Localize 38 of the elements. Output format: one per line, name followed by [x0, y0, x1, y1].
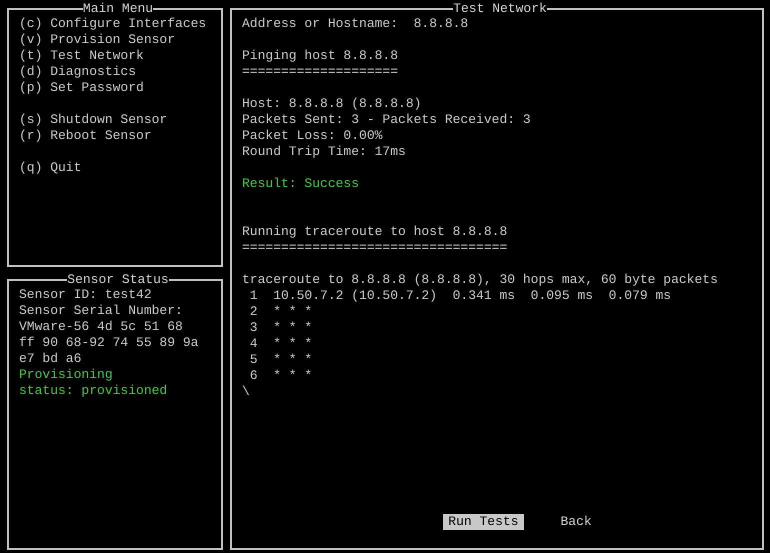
- output-line: \: [242, 384, 250, 400]
- status-line: ff 90 68-92 74 55 89 9a: [19, 335, 198, 351]
- output-line: Packet Loss: 0.00%: [242, 128, 382, 144]
- status-line: VMware-56 4d 5c 51 68: [19, 319, 183, 335]
- output-line: ====================: [242, 64, 398, 80]
- output-line: 4 * * *: [248, 336, 312, 352]
- menu-item[interactable]: (p) Set Password: [19, 80, 144, 96]
- panel-title: Sensor Status: [67, 273, 169, 287]
- run-tests-button[interactable]: Run Tests: [443, 514, 524, 530]
- output-line: Host: 8.8.8.8 (8.8.8.8): [242, 96, 422, 112]
- menu-item[interactable]: (v) Provision Sensor: [19, 32, 176, 48]
- panel-title: Test Network: [453, 2, 547, 16]
- output-line: Address or Hostname: 8.8.8.8: [242, 16, 468, 32]
- output-line: 3 * * *: [248, 320, 312, 336]
- status-line: Sensor Serial Number:: [19, 303, 183, 319]
- menu-item[interactable]: (q) Quit: [19, 160, 82, 176]
- output-line: Round Trip Time: 17ms: [242, 144, 406, 160]
- output-line: traceroute to 8.8.8.8 (8.8.8.8), 30 hops max, 60 byte packets: [242, 272, 718, 288]
- output-line: 1 10.50.7.2 (10.50.7.2) 0.341 ms 0.095 ms 0.079 ms: [248, 288, 672, 304]
- output-line: Result: Success: [242, 176, 360, 192]
- output-line: 5 * * *: [248, 352, 312, 368]
- back-button[interactable]: Back: [556, 514, 597, 530]
- output-line: 2 * * *: [248, 304, 312, 320]
- status-line: status: provisioned: [19, 383, 168, 399]
- menu-item[interactable]: (s) Shutdown Sensor: [19, 112, 168, 128]
- menu-item[interactable]: (r) Reboot Sensor: [19, 128, 152, 144]
- status-line: e7 bd a6: [19, 351, 82, 367]
- status-line: Sensor ID: test42: [19, 287, 152, 303]
- output-line: ==================================: [242, 240, 508, 256]
- output-line: 6 * * *: [248, 368, 312, 384]
- menu-item[interactable]: (t) Test Network: [19, 48, 144, 64]
- panel-title: Main Menu: [82, 2, 154, 16]
- menu-item[interactable]: (d) Diagnostics: [19, 64, 136, 80]
- status-line: Provisioning: [19, 367, 113, 383]
- output-line: Running traceroute to host 8.8.8.8: [242, 224, 508, 240]
- output-line: Pinging host 8.8.8.8: [242, 48, 398, 64]
- output-line: Packets Sent: 3 - Packets Received: 3: [242, 112, 531, 128]
- menu-item[interactable]: (c) Configure Interfaces: [19, 16, 206, 32]
